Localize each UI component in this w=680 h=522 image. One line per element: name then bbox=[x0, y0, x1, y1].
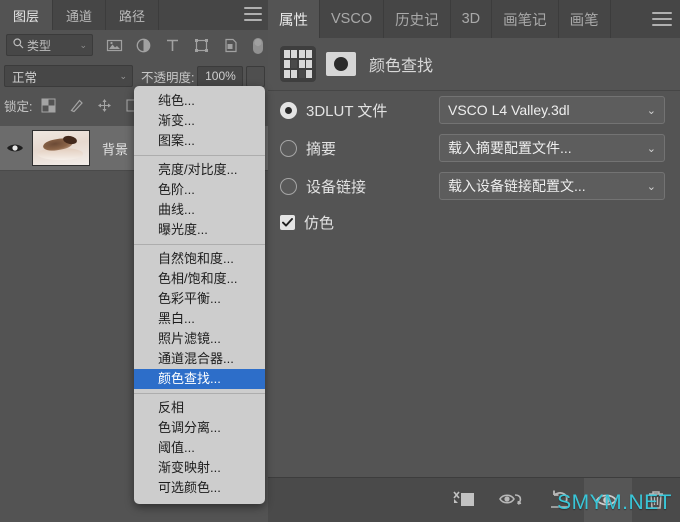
label-dither: 仿色 bbox=[304, 214, 335, 232]
lock-position-icon[interactable] bbox=[97, 98, 112, 113]
properties-panel-footer bbox=[268, 477, 680, 522]
tab-vsco[interactable]: VSCO bbox=[320, 0, 385, 38]
menu-item-selective-color[interactable]: 可选颜色... bbox=[134, 478, 265, 498]
adjustment-layer-filter-icon[interactable] bbox=[135, 37, 152, 54]
layers-panel-tabbar: 图层 通道 路径 bbox=[0, 0, 268, 30]
checkbox-dither[interactable] bbox=[280, 214, 295, 230]
menu-item-brightness-contrast[interactable]: 亮度/对比度... bbox=[134, 160, 265, 180]
tab-history[interactable]: 历史记 bbox=[384, 0, 451, 38]
radio-abstract[interactable] bbox=[280, 139, 297, 157]
select-device-link-value: 载入设备链接配置文... bbox=[448, 178, 586, 194]
option-row-abstract[interactable]: 摘要 载入摘要配置文件... ⌄ bbox=[268, 129, 680, 167]
menu-item-black-white[interactable]: 黑白... bbox=[134, 309, 265, 329]
clip-to-layer-button[interactable] bbox=[440, 478, 488, 522]
pixel-layer-filter-icon[interactable] bbox=[106, 37, 123, 54]
filter-toggle-switch-icon[interactable] bbox=[251, 37, 268, 54]
lock-icons bbox=[41, 98, 140, 113]
menu-item-gradient[interactable]: 渐变... bbox=[134, 111, 265, 131]
menu-item-solid-color[interactable]: 纯色... bbox=[134, 91, 265, 111]
opacity-slider-button[interactable] bbox=[246, 65, 266, 87]
select-abstract-value: 载入摘要配置文件... bbox=[448, 140, 572, 156]
menu-item-threshold[interactable]: 阈值... bbox=[134, 438, 265, 458]
option-row-3dlut[interactable]: 3DLUT 文件 VSCO L4 Valley.3dl ⌄ bbox=[268, 91, 680, 129]
chevron-down-icon: ⌄ bbox=[646, 142, 656, 155]
blend-mode-value: 正常 bbox=[12, 70, 38, 85]
select-abstract-profile[interactable]: 载入摘要配置文件... ⌄ bbox=[439, 134, 665, 162]
properties-panel: 属性 VSCO 历史记 3D 画笔记 画笔 颜色查找 3DLUT 文件 VSCO… bbox=[268, 0, 680, 522]
tab-brush-presets[interactable]: 画笔记 bbox=[492, 0, 559, 38]
tab-layers[interactable]: 图层 bbox=[0, 0, 54, 30]
opacity-label: 不透明度: bbox=[141, 70, 195, 85]
menu-item-curves[interactable]: 曲线... bbox=[134, 200, 265, 220]
tab-properties[interactable]: 属性 bbox=[268, 0, 320, 38]
lock-transparent-pixels-icon[interactable] bbox=[41, 98, 56, 113]
menu-item-gradient-map[interactable]: 渐变映射... bbox=[134, 458, 265, 478]
layer-thumbnail[interactable] bbox=[32, 130, 90, 166]
hamburger-menu-icon[interactable] bbox=[244, 7, 262, 21]
layer-name: 背景 bbox=[102, 141, 129, 157]
menu-item-color-lookup[interactable]: 颜色查找... bbox=[134, 369, 265, 389]
filter-kind-label: 类型 bbox=[27, 38, 52, 53]
shape-layer-filter-icon[interactable] bbox=[193, 37, 210, 54]
menu-item-pattern[interactable]: 图案... bbox=[134, 131, 265, 151]
reset-adjustment-button[interactable] bbox=[536, 478, 584, 522]
chevron-down-icon: ⌄ bbox=[79, 39, 87, 50]
layer-mask-icon[interactable] bbox=[326, 52, 356, 76]
opacity-input[interactable]: 100% bbox=[197, 65, 244, 87]
chevron-down-icon: ⌄ bbox=[646, 180, 656, 193]
blend-mode-select[interactable]: 正常 ⌄ bbox=[4, 65, 133, 87]
delete-adjustment-layer-button[interactable] bbox=[632, 478, 680, 522]
menu-item-hue-saturation[interactable]: 色相/饱和度... bbox=[134, 269, 265, 289]
menu-item-exposure[interactable]: 曝光度... bbox=[134, 220, 265, 240]
properties-panel-header: 颜色查找 bbox=[268, 38, 680, 91]
layers-filter-bar: 类型 ⌄ bbox=[0, 30, 268, 60]
menu-item-photo-filter[interactable]: 照片滤镜... bbox=[134, 329, 265, 349]
radio-device-link[interactable] bbox=[280, 177, 297, 195]
dither-row[interactable]: 仿色 bbox=[268, 205, 680, 239]
select-3dlut-value: VSCO L4 Valley.3dl bbox=[448, 102, 570, 118]
option-label-abstract: 摘要 bbox=[306, 140, 337, 158]
page-title: 颜色查找 bbox=[369, 58, 434, 75]
menu-item-channel-mixer[interactable]: 通道混合器... bbox=[134, 349, 265, 369]
toggle-layer-visibility-preview-button[interactable] bbox=[488, 478, 536, 522]
menu-item-invert[interactable]: 反相 bbox=[134, 398, 265, 418]
option-label-3dlut: 3DLUT 文件 bbox=[306, 102, 388, 120]
filter-type-icons bbox=[106, 37, 268, 54]
menu-item-posterize[interactable]: 色调分离... bbox=[134, 418, 265, 438]
menu-separator bbox=[134, 155, 265, 156]
tab-paths[interactable]: 路径 bbox=[106, 0, 160, 30]
lock-label: 锁定: bbox=[4, 99, 33, 114]
menu-separator bbox=[134, 244, 265, 245]
color-lookup-grid-icon bbox=[280, 46, 316, 82]
search-icon bbox=[13, 38, 24, 52]
chevron-down-icon: ⌄ bbox=[646, 104, 656, 117]
chevron-down-icon: ⌄ bbox=[119, 70, 127, 81]
new-adjustment-layer-menu[interactable]: 纯色... 渐变... 图案... 亮度/对比度... 色阶... 曲线... … bbox=[134, 86, 265, 504]
option-label-device-link: 设备链接 bbox=[306, 178, 367, 196]
option-row-device-link[interactable]: 设备链接 载入设备链接配置文... ⌄ bbox=[268, 167, 680, 205]
smart-object-filter-icon[interactable] bbox=[222, 37, 239, 54]
hamburger-menu-icon[interactable] bbox=[652, 12, 672, 26]
menu-separator bbox=[134, 393, 265, 394]
photoshop-panels-screenshot: 图层 通道 路径 类型 ⌄ 正常 ⌄ 不透明度: 100% 锁定: 背景 纯色.… bbox=[0, 0, 680, 522]
menu-item-vibrance[interactable]: 自然饱和度... bbox=[134, 249, 265, 269]
type-layer-filter-icon[interactable] bbox=[164, 37, 181, 54]
filter-kind-select[interactable]: 类型 ⌄ bbox=[6, 34, 93, 56]
select-device-link-profile[interactable]: 载入设备链接配置文... ⌄ bbox=[439, 172, 665, 200]
properties-panel-tabbar: 属性 VSCO 历史记 3D 画笔记 画笔 bbox=[268, 0, 680, 38]
menu-item-levels[interactable]: 色阶... bbox=[134, 180, 265, 200]
tab-channels[interactable]: 通道 bbox=[53, 0, 107, 30]
properties-panel-body: 3DLUT 文件 VSCO L4 Valley.3dl ⌄ 摘要 载入摘要配置文… bbox=[268, 91, 680, 478]
eye-visible-icon[interactable] bbox=[0, 142, 30, 154]
select-3dlut-file[interactable]: VSCO L4 Valley.3dl ⌄ bbox=[439, 96, 665, 124]
tab-3d[interactable]: 3D bbox=[451, 0, 493, 38]
menu-item-color-balance[interactable]: 色彩平衡... bbox=[134, 289, 265, 309]
toggle-layer-visibility-button[interactable] bbox=[584, 478, 632, 522]
radio-3dlut-file[interactable] bbox=[280, 101, 297, 119]
tab-brush[interactable]: 画笔 bbox=[559, 0, 611, 38]
lock-image-pixels-icon[interactable] bbox=[69, 98, 84, 113]
